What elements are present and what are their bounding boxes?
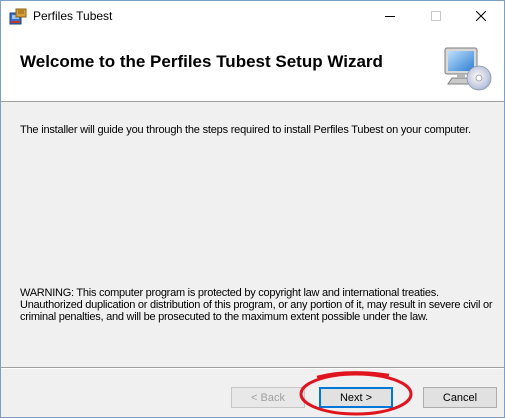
next-button[interactable]: Next >	[319, 387, 393, 408]
setup-installer-icon	[9, 8, 27, 25]
setup-wizard-window: Perfiles Tubest Welcome to the Perfiles …	[0, 0, 505, 418]
maximize-button[interactable]	[413, 1, 459, 31]
intro-text: The installer will guide you through the…	[20, 124, 471, 136]
cancel-button[interactable]: Cancel	[423, 387, 497, 408]
minimize-icon	[385, 16, 395, 17]
wizard-banner: Welcome to the Perfiles Tubest Setup Wiz…	[1, 31, 504, 102]
page-title: Welcome to the Perfiles Tubest Setup Wiz…	[20, 52, 383, 71]
copyright-warning: WARNING: This computer program is protec…	[20, 287, 493, 323]
close-icon	[476, 11, 486, 21]
window-title: Perfiles Tubest	[33, 9, 113, 23]
minimize-button[interactable]	[367, 1, 413, 31]
back-button[interactable]: < Back	[231, 387, 305, 408]
footer-divider-highlight	[1, 368, 504, 369]
maximize-icon	[431, 11, 441, 21]
computer-cd-icon	[444, 47, 492, 91]
title-bar[interactable]: Perfiles Tubest	[1, 1, 504, 31]
close-button[interactable]	[458, 1, 504, 31]
